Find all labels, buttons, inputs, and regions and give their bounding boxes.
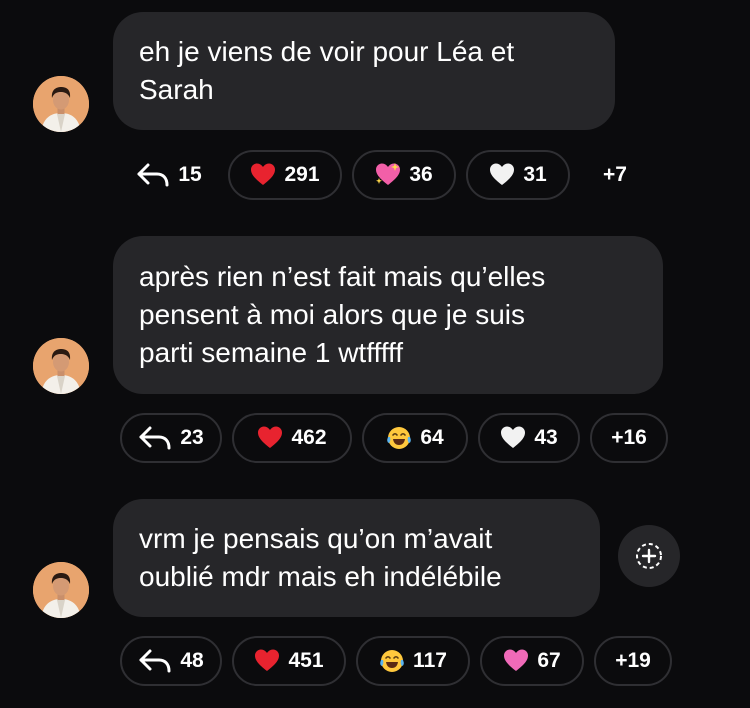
reaction-count: 117 (413, 649, 447, 672)
reaction-pill[interactable]: 451 (232, 636, 346, 686)
reaction-count: 451 (288, 649, 324, 672)
message-bubble[interactable]: après rien n’est fait mais qu’elles pens… (113, 236, 663, 394)
reply-arrow-icon (139, 649, 171, 673)
red-heart-icon (257, 425, 283, 451)
white-heart-icon (500, 425, 526, 451)
message-text-line: après rien n’est fait mais qu’elles (139, 261, 546, 292)
reaction-pill[interactable]: 64 (362, 413, 468, 463)
red-heart-icon (254, 648, 280, 674)
red-heart-icon (250, 162, 276, 188)
reply-count-button[interactable]: 15 (120, 150, 218, 200)
reaction-count: 291 (284, 163, 320, 186)
tears-of-joy-icon (380, 650, 404, 672)
reply-arrow-icon (139, 426, 171, 450)
more-reactions-count: +7 (603, 163, 627, 186)
more-reactions-count: +16 (611, 426, 647, 449)
reply-arrow-icon (137, 163, 169, 187)
message-text-line: pensent à moi alors que je suis (139, 299, 525, 330)
reaction-pill[interactable]: 462 (232, 413, 352, 463)
reaction-pill[interactable]: 43 (478, 413, 580, 463)
message-bubble[interactable]: vrm je pensais qu’on m’avait oublié mdr … (113, 499, 600, 617)
avatar[interactable] (33, 338, 89, 394)
pink-heart-icon (503, 648, 529, 674)
add-reaction-button[interactable] (618, 525, 680, 587)
add-reaction-icon (636, 543, 662, 569)
reply-count-button[interactable]: 48 (120, 636, 222, 686)
reaction-pill[interactable]: 117 (356, 636, 470, 686)
reaction-count: 462 (291, 426, 327, 449)
tears-of-joy-icon (387, 427, 412, 449)
message-text-line: vrm je pensais qu’on m’avait (139, 523, 493, 554)
more-reactions-count: +19 (615, 649, 651, 672)
reaction-pill[interactable]: 31 (466, 150, 570, 200)
reaction-pill[interactable]: 67 (480, 636, 584, 686)
message-text-line: parti semaine 1 wtfffff (139, 337, 404, 368)
avatar[interactable] (33, 76, 89, 132)
message-bubble[interactable]: eh je viens de voir pour Léa et Sarah (113, 12, 615, 130)
reaction-count: 31 (523, 163, 547, 186)
sparkling-heart-icon (376, 163, 401, 188)
message-text-line: Sarah (139, 74, 214, 105)
reaction-count: 64 (420, 426, 444, 449)
more-reactions-button[interactable]: +19 (594, 636, 672, 686)
reaction-pill[interactable]: 36 (352, 150, 456, 200)
reaction-pill[interactable]: 291 (228, 150, 342, 200)
reaction-bar: 15 291 36 31 +7 (120, 150, 660, 200)
white-heart-icon (489, 162, 515, 188)
reaction-bar: 48 451 117 67 +19 (120, 636, 682, 686)
reaction-count: 36 (409, 163, 433, 186)
reaction-count: 43 (534, 426, 558, 449)
reply-count: 48 (180, 649, 204, 672)
more-reactions-button[interactable]: +7 (580, 150, 650, 200)
message-text-line: eh je viens de voir pour Léa et (139, 36, 515, 67)
reply-count: 23 (180, 426, 204, 449)
reply-count-button[interactable]: 23 (120, 413, 222, 463)
more-reactions-button[interactable]: +16 (590, 413, 668, 463)
reply-count: 15 (178, 163, 202, 186)
message-text-line: oublié mdr mais eh indélébile (139, 561, 502, 592)
reaction-bar: 23 462 64 43 +16 (120, 413, 678, 463)
reaction-count: 67 (537, 649, 561, 672)
avatar[interactable] (33, 562, 89, 618)
